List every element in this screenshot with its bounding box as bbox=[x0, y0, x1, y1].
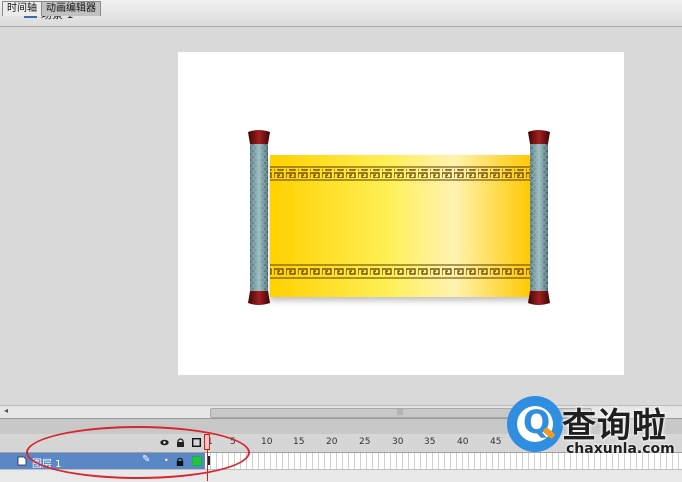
layer-icon bbox=[17, 456, 27, 466]
ruler-number: 15 bbox=[293, 437, 305, 447]
grip-icon: ||| bbox=[397, 409, 404, 416]
watermark-text: 查询啦 bbox=[562, 406, 667, 446]
ruler-number: 10 bbox=[261, 437, 273, 447]
watermark-url: chaxunla.com bbox=[566, 441, 675, 457]
ruler-number: 20 bbox=[326, 437, 338, 447]
ruler-number: 35 bbox=[424, 437, 436, 447]
tab-timeline[interactable]: 时间轴 bbox=[2, 1, 42, 16]
stage-canvas[interactable] bbox=[178, 52, 624, 375]
left-roller bbox=[248, 130, 270, 305]
right-roller bbox=[528, 130, 550, 305]
ruler-number: 25 bbox=[359, 437, 371, 447]
scroll-image bbox=[248, 130, 550, 305]
ruler-number: 30 bbox=[392, 437, 404, 447]
tab-motion-editor[interactable]: 动画编辑器 bbox=[41, 1, 101, 16]
edit-bar bbox=[0, 0, 682, 27]
scroll-left-icon[interactable]: ◂ bbox=[4, 406, 8, 415]
ruler-number: 45 bbox=[490, 437, 502, 447]
ruler-number: 40 bbox=[457, 437, 469, 447]
annotation-ellipse bbox=[26, 426, 250, 479]
